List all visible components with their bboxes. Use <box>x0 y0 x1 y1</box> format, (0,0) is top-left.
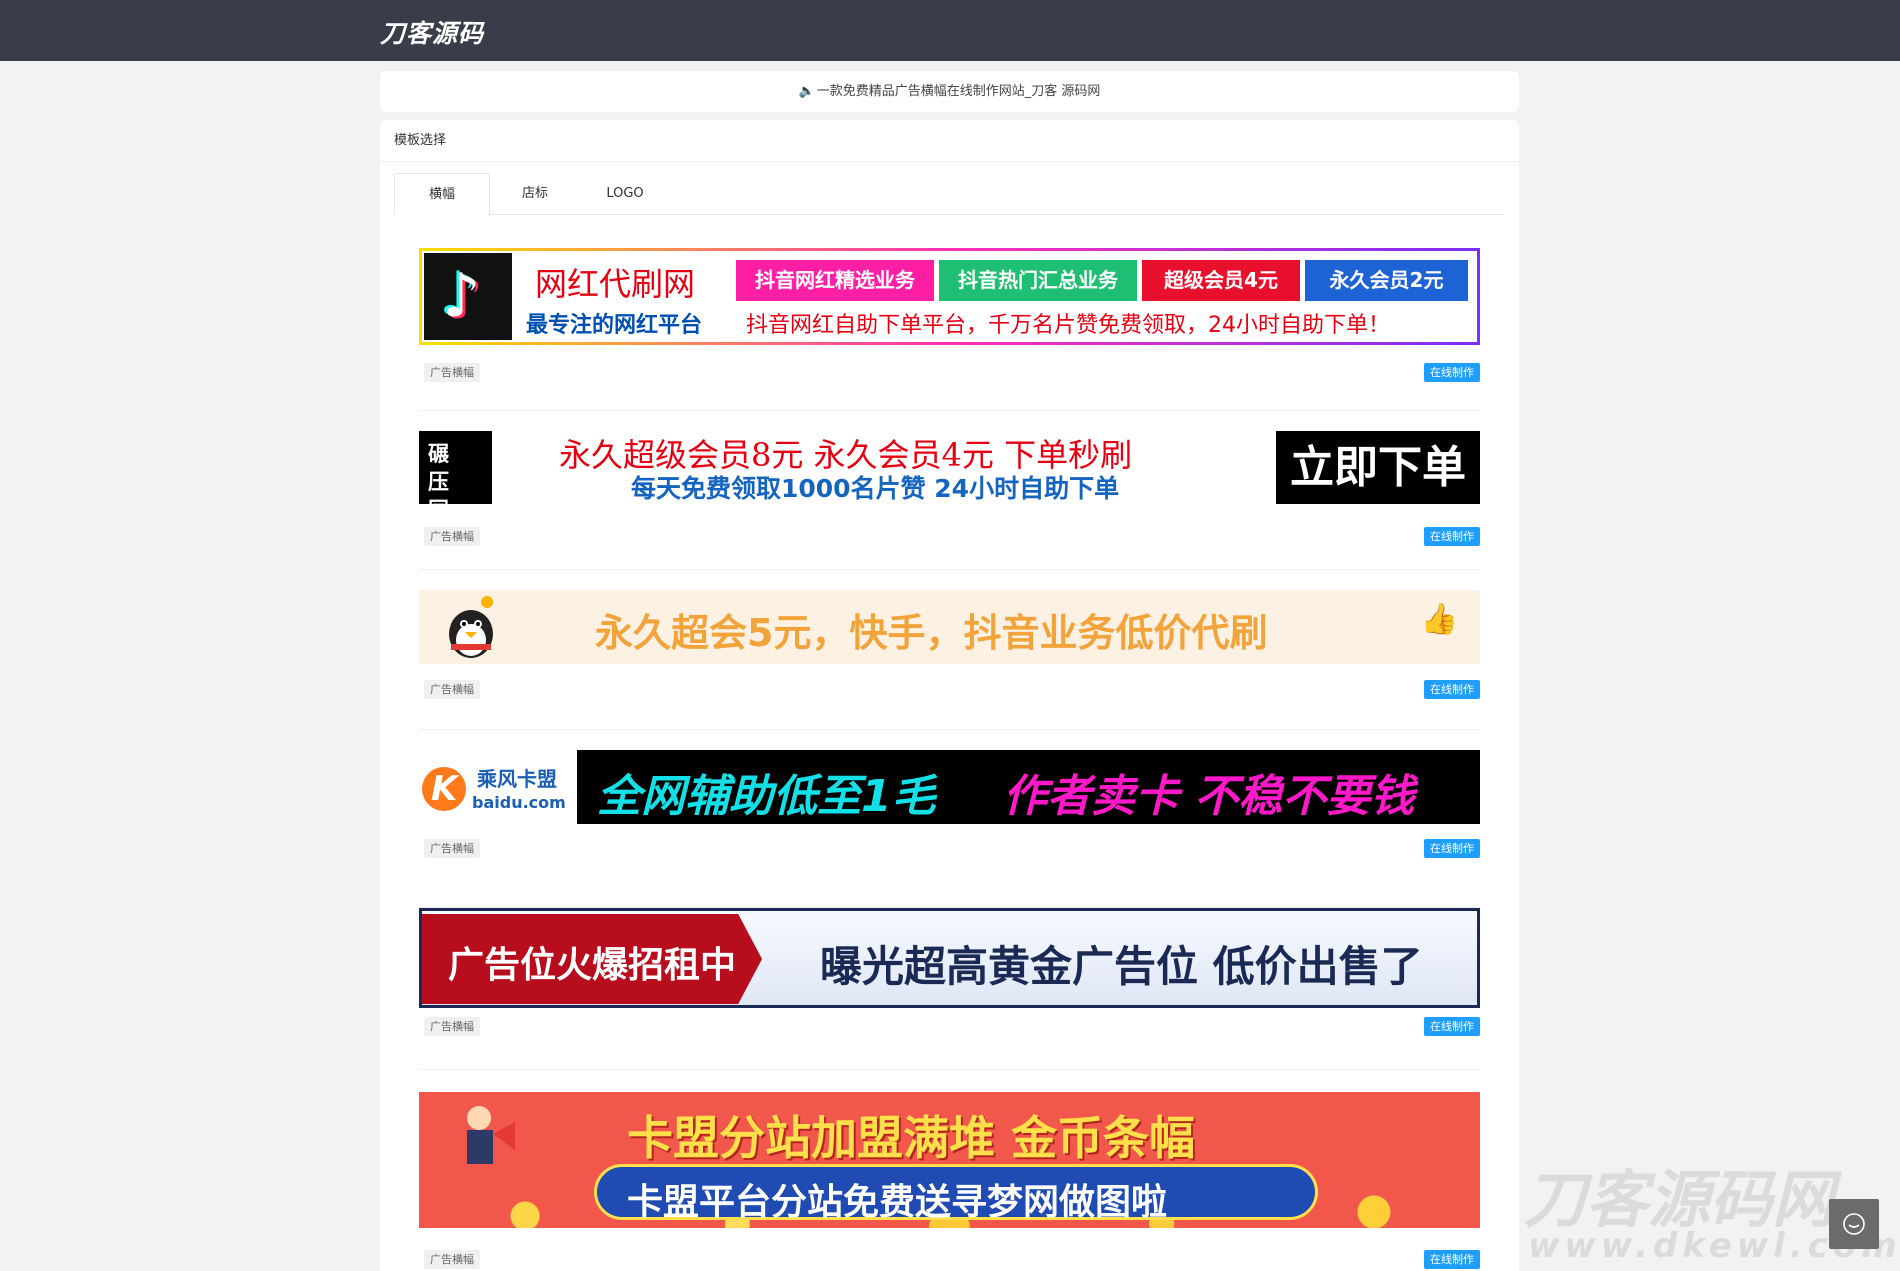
banner-preview-5[interactable]: 广告位火爆招租中 曝光超高黄金广告位 低价出售了 <box>419 908 1480 1008</box>
make-online-button[interactable]: 在线制作 <box>1424 1017 1480 1036</box>
banner-preview-4[interactable]: K 乘风卡盟 baidu.com 全网辅助低至1毛 作者卖卡 不稳不要钱 <box>419 750 1480 826</box>
banner-brand-name: 乘风卡盟 <box>477 767 557 791</box>
banner-domain: baidu.com <box>472 793 566 812</box>
thumbs-up-icon: 👍 <box>1420 602 1458 637</box>
banner-seal: 碾压同行 <box>419 431 492 504</box>
template-card: K 乘风卡盟 baidu.com 全网辅助低至1毛 作者卖卡 不稳不要钱 广告横… <box>419 750 1480 908</box>
banner-preview-2[interactable]: 碾压同行 永久超级会员8元 永久会员4元 下单秒刷 每天免费领取1000名片赞 … <box>419 430 1480 504</box>
make-online-button[interactable]: 在线制作 <box>1424 527 1480 546</box>
banner-preview-1[interactable]: ♪ 网红代刷网 抖音网红精选业务 抖音热门汇总业务 超级会员4元 永久会员2元 … <box>419 248 1480 345</box>
banner-title: 卡盟分站加盟满堆 金币条幅 <box>627 1111 1196 1165</box>
panel-title: 模板选择 <box>380 120 1519 162</box>
category-tag: 广告横幅 <box>424 680 480 699</box>
banner-preview-3[interactable]: 永久超会5元，快手，抖音业务低价代刷 👍 <box>419 590 1480 664</box>
penguin-mascot-icon <box>449 596 493 658</box>
top-navbar: 刀客源码 <box>0 0 1900 61</box>
make-online-button[interactable]: 在线制作 <box>1424 680 1480 699</box>
k-logo-icon: K <box>422 767 466 811</box>
watermark-logo: 刀客源码网 <box>1524 1163 1835 1236</box>
category-tag: 广告横幅 <box>424 839 480 858</box>
speaker-icon: 🔈 <box>798 84 815 99</box>
category-tag: 广告横幅 <box>424 1250 480 1269</box>
banner-chip: 抖音网红精选业务 <box>736 260 934 301</box>
banner-strip: 全网辅助低至1毛 作者卖卡 不稳不要钱 <box>577 750 1480 824</box>
notice-text: 一款免费精品广告横幅在线制作网站_刀客 源码网 <box>816 84 1101 99</box>
banner-text: 作者卖卡 不稳不要钱 <box>1003 771 1415 822</box>
notice-bar: 🔈 一款免费精品广告横幅在线制作网站_刀客 源码网 <box>380 71 1519 112</box>
tab-logo[interactable]: LOGO <box>580 173 670 216</box>
site-logo[interactable]: 刀客源码 <box>380 14 484 50</box>
template-panel: 模板选择 横幅 店标 LOGO ♪ 网红代刷网 抖音网红精选业务 抖音热门汇总业… <box>380 120 1519 1271</box>
banner-pill: 卡盟平台分站免费送寻梦网做图啦 <box>594 1164 1318 1223</box>
banner-pill-text: 卡盟平台分站免费送寻梦网做图啦 <box>627 1182 1168 1223</box>
category-tag: 广告横幅 <box>424 1017 480 1036</box>
tab-banner[interactable]: 横幅 <box>394 173 490 216</box>
template-tabs: 横幅 店标 LOGO <box>394 173 1504 216</box>
tab-shop-sign[interactable]: 店标 <box>490 173 580 216</box>
template-card: ♪ 网红代刷网 抖音网红精选业务 抖音热门汇总业务 超级会员4元 永久会员2元 … <box>419 248 1480 411</box>
make-online-button[interactable]: 在线制作 <box>1424 839 1480 858</box>
chat-icon <box>1843 1213 1865 1235</box>
category-tag: 广告横幅 <box>424 527 480 546</box>
chat-button[interactable] <box>1829 1199 1879 1249</box>
template-card: 广告位火爆招租中 曝光超高黄金广告位 低价出售了 广告横幅 在线制作 <box>419 908 1480 1070</box>
template-card: 碾压同行 永久超级会员8元 永久会员4元 下单秒刷 每天免费领取1000名片赞 … <box>419 430 1480 570</box>
banner-desc: 抖音网红自助下单平台，千万名片赞免费领取，24小时自助下单！ <box>746 313 1390 338</box>
banner-chip: 永久会员2元 <box>1305 260 1468 301</box>
banner-text: 全网辅助低至1毛 <box>597 771 936 822</box>
banner-line: 每天免费领取1000名片赞 24小时自助下单 <box>631 474 1120 503</box>
banner-chip: 抖音热门汇总业务 <box>939 260 1137 301</box>
banner-ribbon-text: 广告位火爆招租中 <box>448 945 737 986</box>
template-card: 永久超会5元，快手，抖音业务低价代刷 👍 广告横幅 在线制作 <box>419 590 1480 730</box>
category-tag: 广告横幅 <box>424 363 480 382</box>
make-online-button[interactable]: 在线制作 <box>1424 363 1480 382</box>
banner-chip: 超级会员4元 <box>1142 260 1300 301</box>
banner-preview-6[interactable]: 卡盟分站加盟满堆 金币条幅 卡盟平台分站免费送寻梦网做图啦 <box>419 1092 1480 1228</box>
template-card: 卡盟分站加盟满堆 金币条幅 卡盟平台分站免费送寻梦网做图啦 广告横幅 在线制作 <box>419 1092 1480 1271</box>
tiktok-logo-icon: ♪ <box>424 253 512 340</box>
banner-slogan: 最专注的网红平台 <box>526 313 703 338</box>
banner-text: 曝光超高黄金广告位 低价出售了 <box>820 942 1423 991</box>
banner-text: 永久超会5元，快手，抖音业务低价代刷 <box>595 611 1268 655</box>
banner-name: 网红代刷网 <box>535 265 696 303</box>
megaphone-man-icon <box>467 1106 515 1164</box>
make-online-button[interactable]: 在线制作 <box>1424 1250 1480 1269</box>
banner-ribbon: 广告位火爆招租中 <box>422 914 762 1004</box>
banner-order-box: 立即下单 <box>1276 431 1480 504</box>
